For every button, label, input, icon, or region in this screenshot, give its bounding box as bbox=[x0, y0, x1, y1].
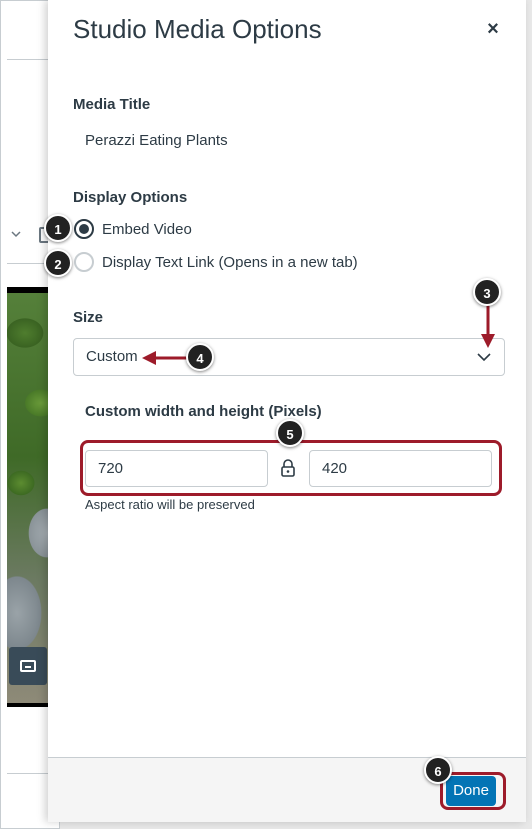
size-select[interactable]: Custom bbox=[73, 338, 505, 376]
callout-4: 4 bbox=[186, 343, 214, 371]
media-title-value: Perazzi Eating Plants bbox=[85, 132, 228, 149]
radio-button[interactable] bbox=[74, 252, 94, 272]
callout-2: 2 bbox=[44, 249, 72, 277]
callout-3: 3 bbox=[473, 278, 501, 306]
studio-media-options-tray: Studio Media Options × Media Title Peraz… bbox=[48, 0, 526, 822]
callout-1: 1 bbox=[44, 214, 72, 242]
aspect-ratio-hint: Aspect ratio will be preserved bbox=[85, 497, 255, 512]
size-label: Size bbox=[73, 309, 104, 326]
radio-label: Embed Video bbox=[102, 220, 192, 238]
arrow-down-icon bbox=[481, 300, 495, 348]
captions-icon[interactable] bbox=[9, 647, 47, 685]
callout-5: 5 bbox=[276, 419, 304, 447]
radio-label: Display Text Link (Opens in a new tab) bbox=[102, 253, 358, 271]
radio-display-text-link[interactable]: Display Text Link (Opens in a new tab) bbox=[74, 250, 358, 274]
done-highlight bbox=[440, 772, 506, 810]
display-options-label: Display Options bbox=[73, 189, 188, 206]
radio-embed-video[interactable]: Embed Video bbox=[74, 217, 192, 241]
chevron-down-icon[interactable] bbox=[11, 229, 21, 239]
radio-button[interactable] bbox=[74, 219, 94, 239]
size-selected-value: Custom bbox=[86, 348, 138, 365]
custom-dimensions-label: Custom width and height (Pixels) bbox=[85, 403, 322, 420]
arrow-left-icon bbox=[142, 351, 190, 365]
close-button[interactable]: × bbox=[481, 18, 505, 42]
callout-6: 6 bbox=[424, 756, 452, 784]
media-title-label: Media Title bbox=[73, 96, 151, 113]
chevron-down-icon[interactable] bbox=[476, 349, 492, 365]
tray-title: Studio Media Options bbox=[73, 14, 322, 44]
dimensions-highlight bbox=[80, 440, 502, 496]
